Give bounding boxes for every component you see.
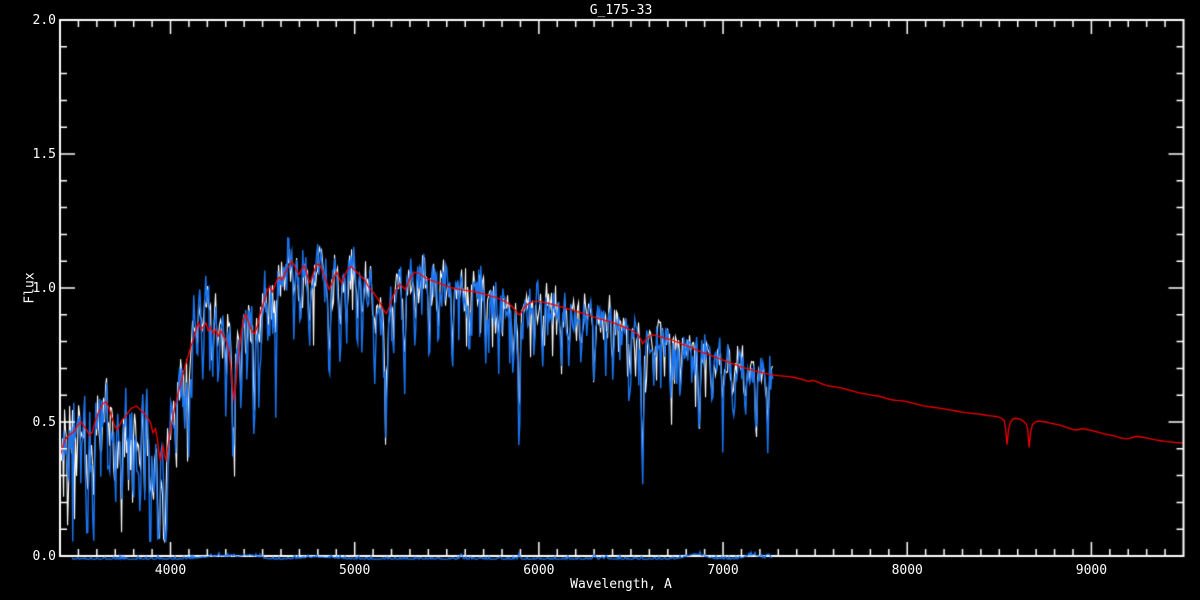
y-tick-label: 2.0 bbox=[32, 13, 56, 28]
x-tick-label: 5000 bbox=[339, 563, 371, 578]
y-tick-label: 0.5 bbox=[32, 415, 56, 430]
y-tick-label: 0.0 bbox=[32, 549, 56, 564]
spectrum-plot-canvas bbox=[0, 0, 1200, 600]
x-tick-label: 8000 bbox=[891, 563, 923, 578]
x-axis-label: Wavelength, A bbox=[570, 577, 672, 592]
x-tick-label: 4000 bbox=[154, 563, 187, 578]
x-tick-label: 7000 bbox=[707, 563, 739, 578]
y-tick-label: 1.5 bbox=[32, 147, 56, 162]
y-tick-label: 1.0 bbox=[32, 281, 56, 296]
spectrum-plot-figure: G_175-33 Flux Wavelength, A 4000 5000 6000… bbox=[0, 0, 1200, 600]
x-tick-label: 9000 bbox=[1075, 563, 1108, 578]
plot-title: G_175-33 bbox=[589, 3, 653, 18]
x-tick-label: 6000 bbox=[523, 563, 555, 578]
